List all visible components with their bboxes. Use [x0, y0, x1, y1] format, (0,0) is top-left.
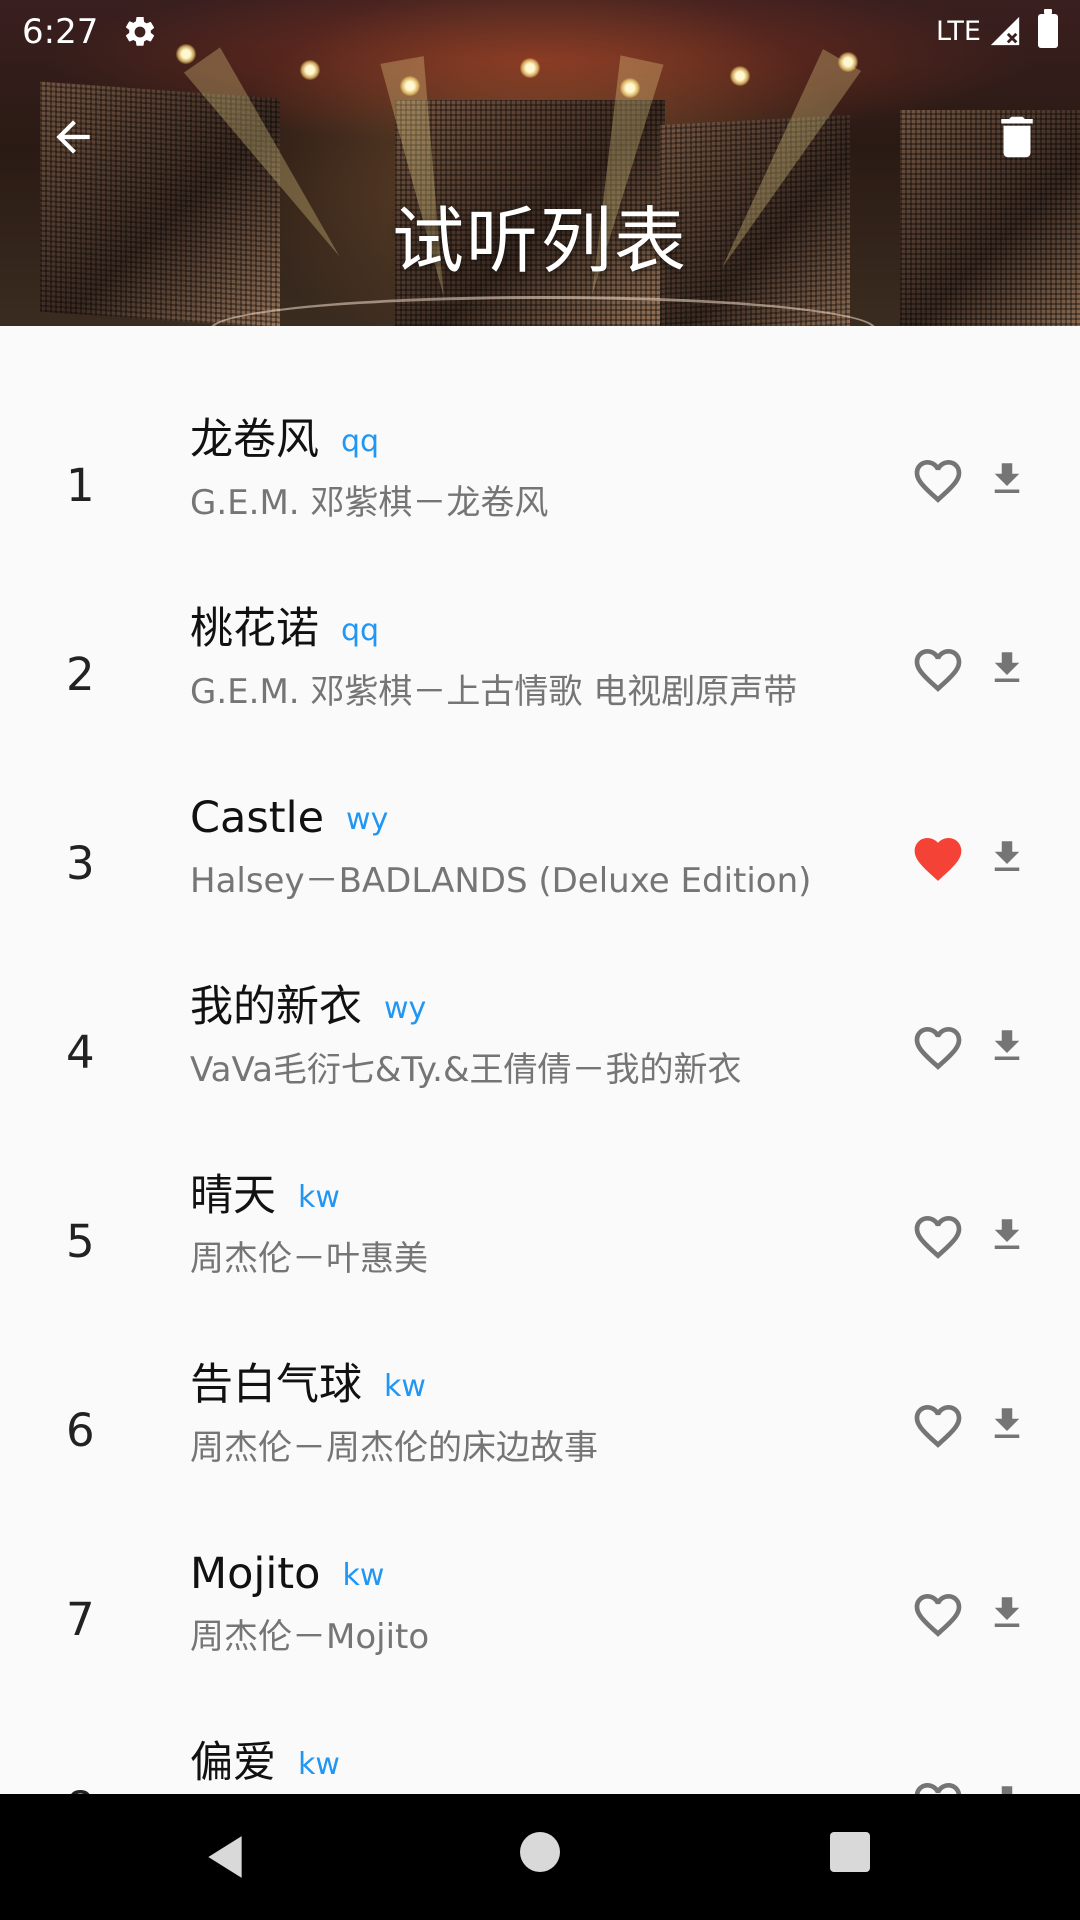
song-artist-album: 周杰伦－叶惠美 — [190, 1239, 428, 1279]
song-title: Castle — [190, 793, 325, 843]
song-row[interactable]: 1 龙卷风 qq G.E.M. 邓紫棋－龙卷风 — [0, 383, 1080, 572]
song-index: 3 — [66, 837, 95, 890]
heart-outline-icon[interactable] — [908, 1398, 968, 1454]
delete-icon[interactable] — [990, 108, 1044, 166]
song-title: 告白气球 — [190, 1360, 362, 1410]
nav-back-icon[interactable] — [200, 1830, 250, 1884]
song-title: 偏爱 — [190, 1738, 276, 1788]
download-icon[interactable] — [986, 1587, 1028, 1639]
song-source-tag: kw — [298, 1747, 340, 1782]
song-source-tag: kw — [298, 1180, 340, 1215]
nav-home-icon[interactable] — [520, 1832, 560, 1872]
song-artist-album: 周杰伦－Mojito — [190, 1617, 430, 1657]
heart-outline-icon[interactable] — [908, 1020, 968, 1076]
nav-recents-icon[interactable] — [830, 1832, 870, 1872]
download-icon[interactable] — [986, 453, 1028, 505]
song-index: 6 — [66, 1404, 95, 1457]
song-title-line: 偏爱 kw — [190, 1738, 340, 1788]
song-index: 5 — [66, 1215, 95, 1268]
song-row[interactable]: 5 晴天 kw 周杰伦－叶惠美 — [0, 1139, 1080, 1328]
song-row[interactable]: 8 偏爱 kw — [0, 1706, 1080, 1794]
song-artist-album: G.E.M. 邓紫棋－上古情歌 电视剧原声带 — [190, 672, 798, 712]
page-title: 试听列表 — [391, 199, 688, 283]
download-icon[interactable] — [986, 1209, 1028, 1261]
song-title-line: 桃花诺 qq — [190, 604, 380, 654]
song-source-tag: kw — [384, 1369, 426, 1404]
heart-outline-icon[interactable] — [908, 1209, 968, 1265]
back-icon[interactable] — [48, 112, 98, 162]
download-icon[interactable] — [986, 831, 1028, 883]
song-row[interactable]: 3 Castle wy Halsey－BADLANDS (Deluxe Editi… — [0, 761, 1080, 950]
song-index: 2 — [66, 648, 95, 701]
song-title: Mojito — [190, 1549, 321, 1599]
song-index: 4 — [66, 1026, 95, 1079]
network-type: LTE — [936, 16, 981, 47]
song-source-tag: kw — [342, 1558, 385, 1593]
song-title-line: 告白气球 kw — [190, 1360, 426, 1410]
signal-icon — [990, 16, 1020, 46]
status-bar: 6:27 LTE — [0, 0, 1080, 64]
download-icon[interactable] — [986, 642, 1028, 694]
heart-outline-icon[interactable] — [908, 1776, 968, 1794]
song-title: 晴天 — [190, 1171, 276, 1221]
song-artist-album: Halsey－BADLANDS (Deluxe Edition) — [190, 861, 812, 901]
status-time: 6:27 — [22, 12, 99, 52]
song-title-line: 龙卷风 qq — [190, 415, 380, 465]
song-index: 7 — [66, 1593, 95, 1646]
song-artist-album: G.E.M. 邓紫棋－龙卷风 — [190, 483, 549, 523]
song-title-line: 晴天 kw — [190, 1171, 340, 1221]
song-artist-album: VaVa毛衍七&Ty.&王倩倩－我的新衣 — [190, 1050, 742, 1090]
song-artist-album: 周杰伦－周杰伦的床边故事 — [190, 1428, 598, 1468]
song-list[interactable]: 1 龙卷风 qq G.E.M. 邓紫棋－龙卷风 2 桃花诺 qq G.E.M. 邓紫… — [0, 326, 1080, 1794]
download-icon[interactable] — [986, 1020, 1028, 1072]
heart-outline-icon[interactable] — [908, 453, 968, 509]
download-icon[interactable] — [986, 1398, 1028, 1450]
song-row[interactable]: 6 告白气球 kw 周杰伦－周杰伦的床边故事 — [0, 1328, 1080, 1517]
song-source-tag: wy — [384, 991, 427, 1026]
stage-light — [400, 76, 420, 96]
stage-light — [730, 66, 750, 86]
song-source-tag: qq — [341, 424, 380, 459]
song-row[interactable]: 2 桃花诺 qq G.E.M. 邓紫棋－上古情歌 电视剧原声带 — [0, 572, 1080, 761]
song-source-tag: qq — [341, 613, 380, 648]
song-source-tag: wy — [346, 802, 389, 837]
heart-filled-icon[interactable] — [908, 831, 968, 887]
system-nav-bar — [0, 1794, 1080, 1920]
song-title-line: Castle wy — [190, 793, 389, 843]
song-row[interactable]: 4 我的新衣 wy VaVa毛衍七&Ty.&王倩倩－我的新衣 — [0, 950, 1080, 1139]
song-title: 我的新衣 — [190, 982, 362, 1032]
heart-outline-icon[interactable] — [908, 642, 968, 698]
header-banner: 6:27 LTE 试听列表 — [0, 0, 1080, 326]
song-row[interactable]: 7 Mojito kw 周杰伦－Mojito — [0, 1517, 1080, 1706]
song-title-line: 我的新衣 wy — [190, 982, 427, 1032]
song-title: 龙卷风 — [190, 415, 319, 465]
download-icon[interactable] — [986, 1776, 1028, 1794]
song-title: 桃花诺 — [190, 604, 319, 654]
battery-icon — [1038, 9, 1058, 48]
stage-light — [620, 78, 640, 98]
settings-icon — [125, 16, 155, 46]
song-title-line: Mojito kw — [190, 1549, 385, 1599]
song-index: 1 — [66, 459, 95, 512]
song-index: 8 — [66, 1786, 106, 1794]
heart-outline-icon[interactable] — [908, 1587, 968, 1643]
